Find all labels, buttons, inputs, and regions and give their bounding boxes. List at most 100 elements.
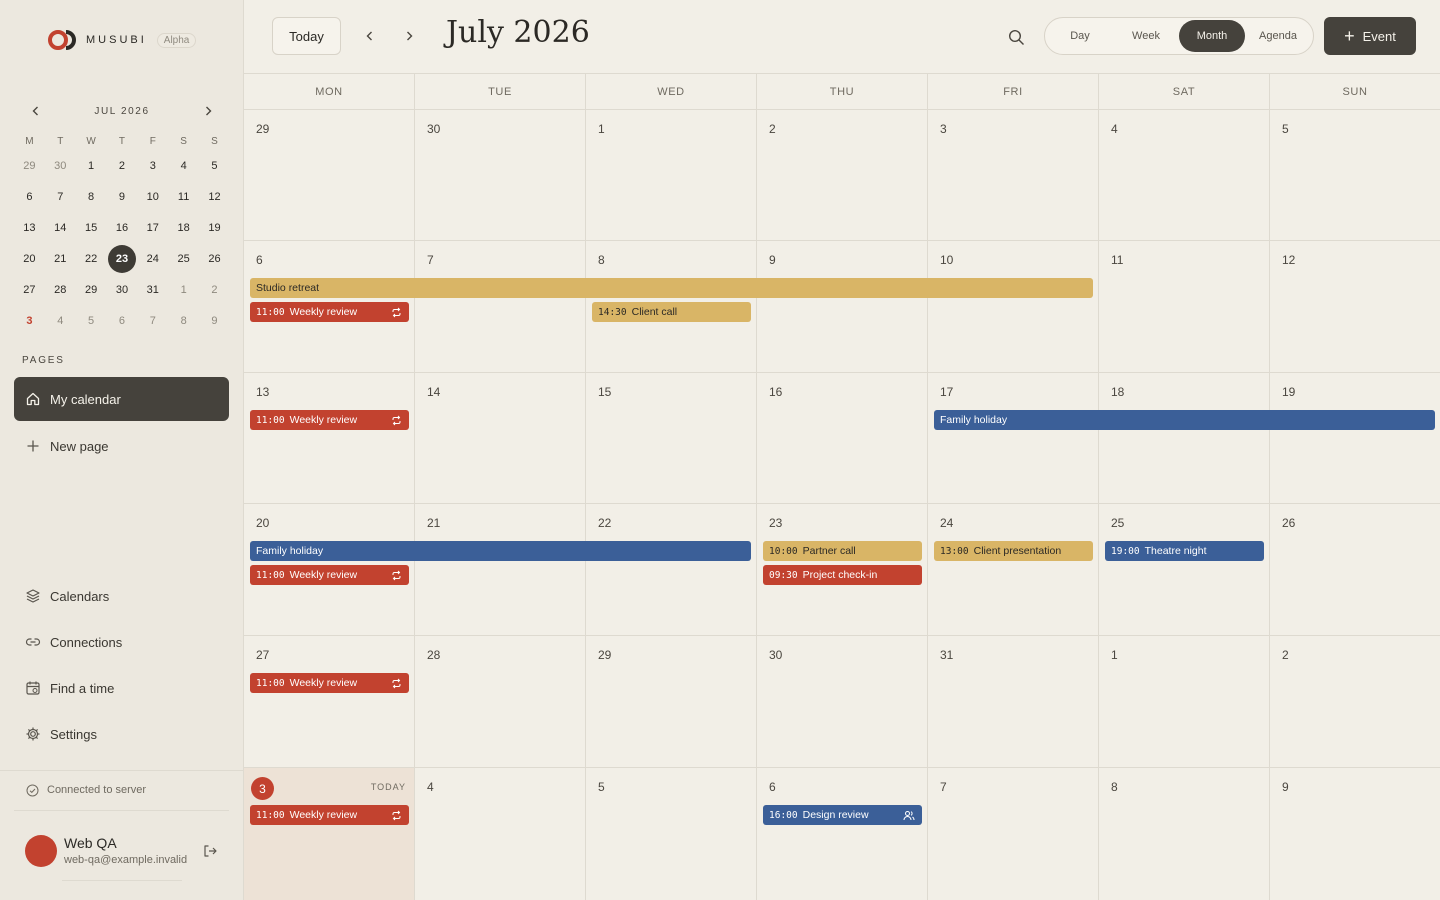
- day-cell[interactable]: 9: [1270, 768, 1440, 900]
- day-cell[interactable]: 2: [757, 110, 928, 241]
- event-family-holiday[interactable]: Family holiday: [934, 410, 1435, 430]
- next-month-icon[interactable]: [399, 26, 419, 46]
- mini-day[interactable]: 6: [107, 305, 138, 336]
- mini-day[interactable]: 30: [45, 150, 76, 181]
- mini-day[interactable]: 12: [199, 181, 230, 212]
- mini-day[interactable]: 7: [137, 305, 168, 336]
- day-cell[interactable]: 29: [586, 636, 757, 768]
- day-cell[interactable]: 13: [244, 373, 415, 504]
- day-cell[interactable]: 18: [1099, 373, 1270, 504]
- mini-day[interactable]: 11: [168, 181, 199, 212]
- event-studio-retreat[interactable]: Studio retreat: [250, 278, 1093, 298]
- mini-day[interactable]: 4: [168, 150, 199, 181]
- day-cell[interactable]: 16: [757, 373, 928, 504]
- mini-day[interactable]: 9: [199, 305, 230, 336]
- nav-connections[interactable]: Connections: [14, 620, 229, 664]
- mini-prev-month-icon[interactable]: [26, 101, 46, 121]
- day-cell[interactable]: 1: [586, 110, 757, 241]
- event-client-call[interactable]: 14:30 Client call: [592, 302, 751, 322]
- day-cell-today[interactable]: 3 TODAY: [244, 768, 415, 900]
- nav-settings[interactable]: Settings: [14, 712, 229, 756]
- mini-day[interactable]: 17: [137, 212, 168, 243]
- mini-day[interactable]: 30: [107, 274, 138, 305]
- mini-day[interactable]: 3: [137, 150, 168, 181]
- day-cell[interactable]: 30: [757, 636, 928, 768]
- nav-find-a-time[interactable]: Find a time: [14, 666, 229, 710]
- mini-day[interactable]: 14: [45, 212, 76, 243]
- mini-day[interactable]: 13: [14, 212, 45, 243]
- logout-icon[interactable]: [200, 841, 220, 861]
- day-cell[interactable]: 19: [1270, 373, 1440, 504]
- day-cell[interactable]: 10: [928, 241, 1099, 373]
- event-client-presentation[interactable]: 13:00 Client presentation: [934, 541, 1093, 561]
- mini-next-month-icon[interactable]: [198, 101, 218, 121]
- mini-day[interactable]: 22: [76, 243, 107, 274]
- search-icon[interactable]: [1005, 26, 1027, 48]
- mini-day[interactable]: 3: [14, 305, 45, 336]
- day-cell[interactable]: 17: [928, 373, 1099, 504]
- nav-new-page[interactable]: New page: [14, 424, 229, 468]
- day-cell[interactable]: 6: [757, 768, 928, 900]
- event-weekly-review[interactable]: 11:00 Weekly review: [250, 673, 409, 693]
- event-weekly-review[interactable]: 11:00 Weekly review: [250, 565, 409, 585]
- day-cell[interactable]: 3: [928, 110, 1099, 241]
- view-day-tab[interactable]: Day: [1047, 20, 1113, 52]
- day-cell[interactable]: 8: [1099, 768, 1270, 900]
- mini-day[interactable]: 8: [76, 181, 107, 212]
- mini-day-selected[interactable]: 23: [107, 243, 138, 274]
- day-cell[interactable]: 30: [415, 110, 586, 241]
- view-month-tab[interactable]: Month: [1179, 20, 1245, 52]
- mini-day[interactable]: 15: [76, 212, 107, 243]
- mini-day[interactable]: 7: [45, 181, 76, 212]
- mini-day[interactable]: 16: [107, 212, 138, 243]
- day-cell[interactable]: 4: [415, 768, 586, 900]
- day-cell[interactable]: 24: [928, 504, 1099, 636]
- mini-day[interactable]: 2: [107, 150, 138, 181]
- new-event-button[interactable]: + Event: [1324, 17, 1416, 55]
- mini-day[interactable]: 18: [168, 212, 199, 243]
- nav-my-calendar[interactable]: My calendar: [14, 377, 229, 421]
- event-project-check-in[interactable]: 09:30 Project check-in: [763, 565, 922, 585]
- mini-day[interactable]: 4: [45, 305, 76, 336]
- mini-day[interactable]: 29: [14, 150, 45, 181]
- day-cell[interactable]: 2: [1270, 636, 1440, 768]
- day-cell[interactable]: 29: [244, 110, 415, 241]
- mini-day[interactable]: 9: [107, 181, 138, 212]
- event-design-review[interactable]: 16:00 Design review: [763, 805, 922, 825]
- avatar[interactable]: [25, 835, 57, 867]
- event-weekly-review[interactable]: 11:00 Weekly review: [250, 805, 409, 825]
- day-cell[interactable]: 25: [1099, 504, 1270, 636]
- day-cell[interactable]: 5: [586, 768, 757, 900]
- day-cell[interactable]: 27: [244, 636, 415, 768]
- event-weekly-review[interactable]: 11:00 Weekly review: [250, 410, 409, 430]
- day-cell[interactable]: 14: [415, 373, 586, 504]
- nav-calendars[interactable]: Calendars: [14, 574, 229, 618]
- event-family-holiday[interactable]: Family holiday: [250, 541, 751, 561]
- mini-day[interactable]: 2: [199, 274, 230, 305]
- day-cell[interactable]: 26: [1270, 504, 1440, 636]
- today-button[interactable]: Today: [272, 17, 341, 55]
- event-partner-call[interactable]: 10:00 Partner call: [763, 541, 922, 561]
- day-cell[interactable]: 7: [415, 241, 586, 373]
- mini-day[interactable]: 25: [168, 243, 199, 274]
- mini-day[interactable]: 1: [168, 274, 199, 305]
- event-theatre-night[interactable]: 19:00 Theatre night: [1105, 541, 1264, 561]
- day-cell[interactable]: 5: [1270, 110, 1440, 241]
- mini-day[interactable]: 10: [137, 181, 168, 212]
- day-cell[interactable]: 7: [928, 768, 1099, 900]
- day-cell[interactable]: 21: [415, 504, 586, 636]
- mini-day[interactable]: 31: [137, 274, 168, 305]
- mini-day[interactable]: 5: [199, 150, 230, 181]
- mini-day[interactable]: 1: [76, 150, 107, 181]
- day-cell[interactable]: 4: [1099, 110, 1270, 241]
- view-agenda-tab[interactable]: Agenda: [1245, 20, 1311, 52]
- day-cell[interactable]: 11: [1099, 241, 1270, 373]
- mini-day[interactable]: 8: [168, 305, 199, 336]
- mini-day[interactable]: 5: [76, 305, 107, 336]
- mini-day[interactable]: 6: [14, 181, 45, 212]
- day-cell[interactable]: 1: [1099, 636, 1270, 768]
- mini-day[interactable]: 20: [14, 243, 45, 274]
- day-cell[interactable]: 9: [757, 241, 928, 373]
- mini-day[interactable]: 26: [199, 243, 230, 274]
- day-cell[interactable]: 31: [928, 636, 1099, 768]
